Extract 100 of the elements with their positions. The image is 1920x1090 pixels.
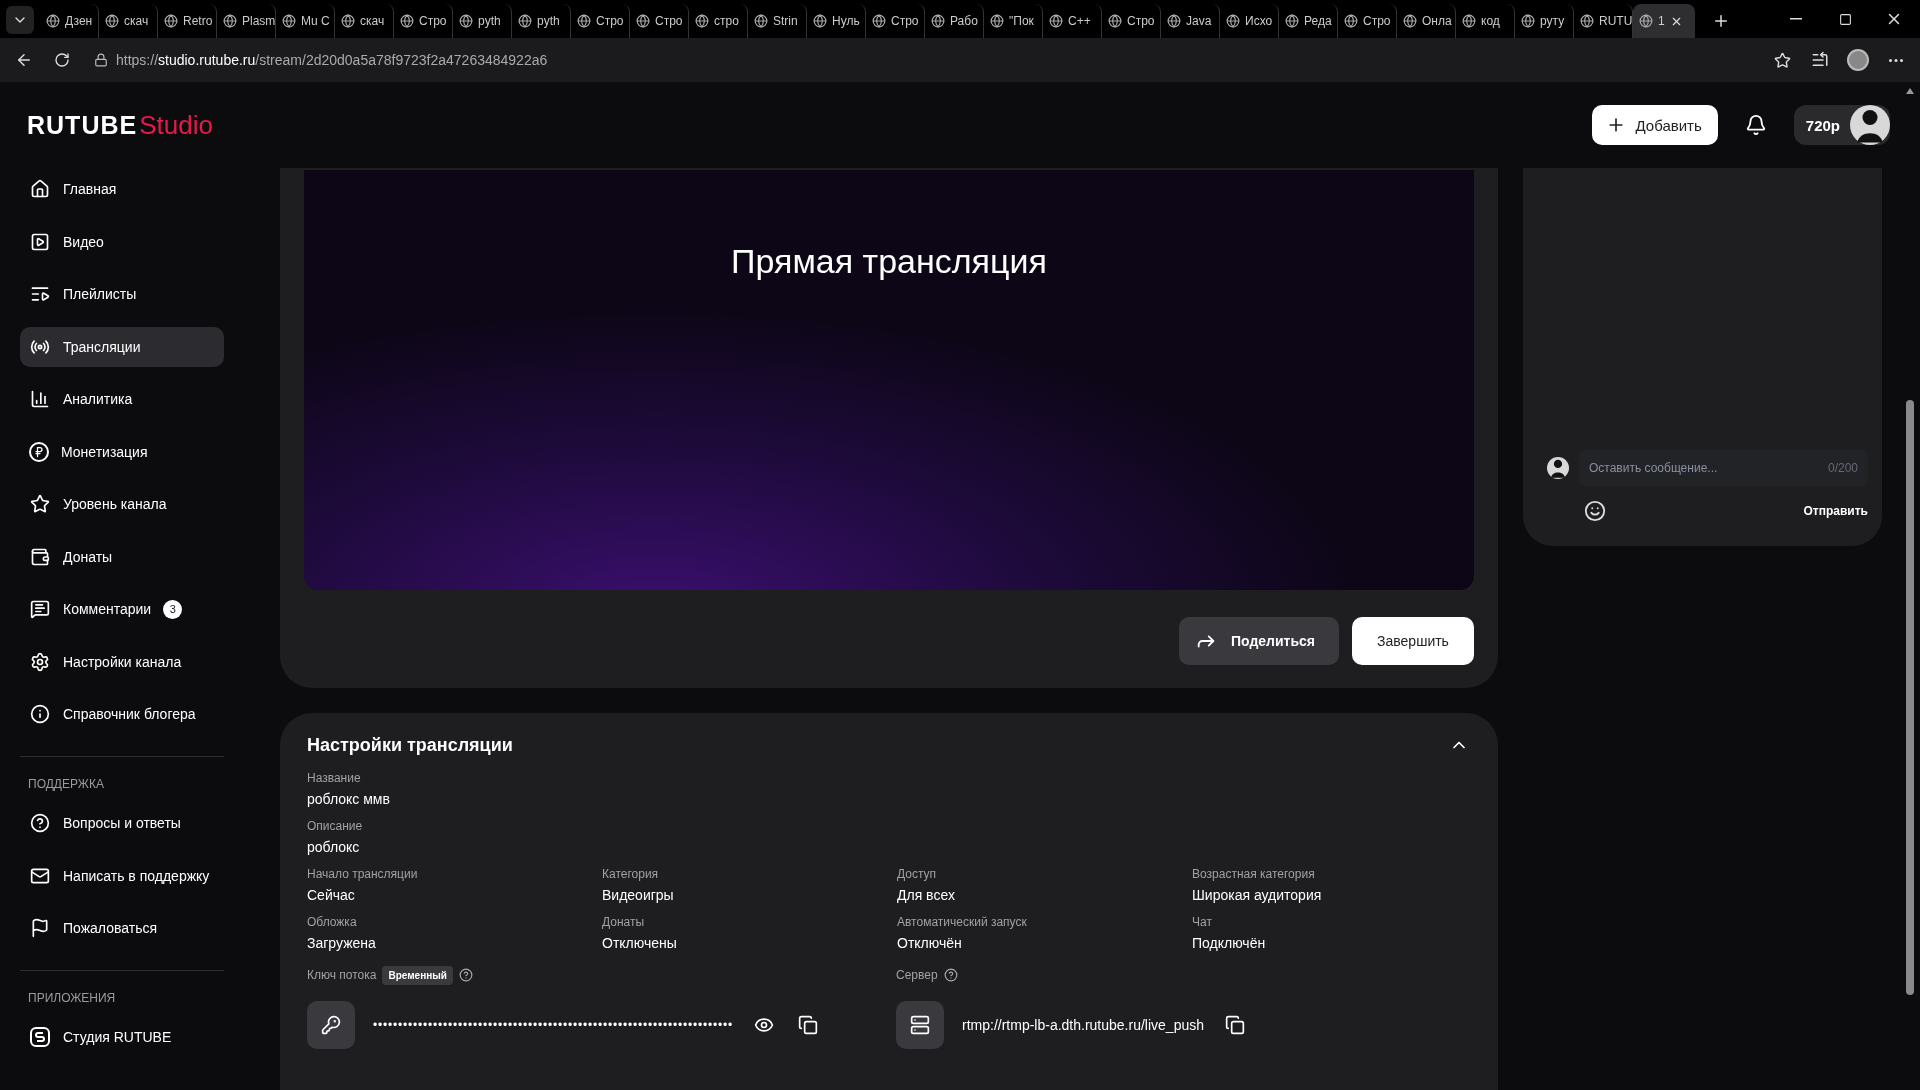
server-icon [896,1001,944,1049]
favicon-icon [1167,14,1181,28]
favicon-icon [459,14,473,28]
favicon-icon [105,14,119,28]
star-icon [1773,51,1791,69]
copy-icon [1225,1015,1245,1035]
nav-item[interactable]: Написать в поддержку [20,855,224,896]
settings-icon [29,650,51,673]
key-icon [307,1001,355,1049]
field-value: Для всех [897,887,956,903]
favicon-icon [990,14,1004,28]
more-icon [1889,58,1903,62]
favicon-icon [223,14,237,28]
nav-item[interactable]: Трансляции [20,326,224,367]
favicon-icon [754,14,768,28]
nav-item[interactable]: Уровень канала [20,484,224,524]
favicon-icon [1580,14,1594,28]
nav-item[interactable]: Монетизация [20,431,224,472]
field-value: роблокс ммв [307,791,391,807]
status-badge: Временный [382,965,453,985]
help-icon[interactable] [458,968,473,982]
nav-item[interactable]: Настройки канала [20,641,224,682]
character-counter: 0/200 [1827,461,1858,475]
field-label: Чат [1192,915,1213,929]
maximize-icon [1838,12,1852,26]
chart-icon [29,388,51,410]
nav-item[interactable]: Пожаловаться [20,908,224,948]
count-badge: 3 [163,599,183,619]
favicon-icon [1344,14,1358,28]
field-label: Описание [307,819,364,833]
favicon-icon [636,14,650,28]
favicon-icon [872,14,886,28]
reload-icon [54,52,70,68]
avatar-icon [1850,105,1890,145]
nav-item[interactable]: Вопросы и ответы [20,803,224,843]
smiley-icon [1584,500,1606,522]
section-heading: ПОДДЕРЖКА [27,777,105,791]
logo[interactable]: RUTUBEStudio [27,109,213,141]
eye-icon [754,1015,775,1035]
copy-icon [798,1015,819,1035]
minimize-icon [1790,18,1802,20]
field-value: Видеоигры [602,887,675,903]
field-value: роблокс [307,839,361,855]
comment-icon [29,598,51,620]
nav-item[interactable]: Студия RUTUBE [20,1017,224,1057]
field-value: Отключён [897,935,963,951]
nav-item[interactable]: Аналитика [20,379,224,419]
avatar-icon [1847,49,1869,71]
star-icon [29,493,51,515]
masked-key: •••••••••••••••••••••••••••••••••••••••••••••••••••••••••••••••••••••••• [373,1018,734,1032]
field-label: Обложка [307,915,358,929]
send-button[interactable]: Отправить [1803,504,1868,518]
favorites-icon [1811,51,1829,69]
favicon-icon [46,14,60,28]
favicon-icon [813,14,827,28]
field-label: Сервер [896,968,938,982]
finish-button[interactable]: Завершить [1352,617,1474,665]
section-heading: ПРИЛОЖЕНИЯ [27,991,117,1005]
favicon-icon [1521,14,1535,28]
favicon-icon [518,14,532,28]
favicon-icon [1403,14,1417,28]
field-label: Категория [602,867,660,881]
field-value: Сейчас [307,887,356,903]
server-url: rtmp://rtmp-lb-a.dth.rutube.ru/live_push [962,1017,1204,1033]
share-button[interactable]: Поделиться [1178,617,1339,665]
field-value: Подключён [1192,935,1267,951]
field-label: Автоматический запуск [897,915,1028,929]
add-button[interactable]: Добавить [1591,105,1718,145]
ruble-icon [29,441,49,462]
help-icon[interactable] [943,968,958,982]
favicon-icon [400,14,414,28]
account-button[interactable]: 720p [1793,105,1890,145]
preview-title: Прямая трансляция [731,242,1047,282]
favicon-icon [341,14,355,28]
favicon-icon [931,14,945,28]
nav-item[interactable]: Комментарии 3 [20,589,224,629]
bell-icon [1744,114,1767,136]
favicon-icon [695,14,709,28]
plus-icon [1712,12,1730,30]
nav-item[interactable]: Справочник блогера [20,694,224,734]
field-label: Возрастная категория [1192,867,1316,881]
avatar-icon [1547,457,1569,479]
nav-item[interactable]: Видео [20,221,224,262]
nav-item[interactable]: Плейлисты [20,274,224,314]
field-label: Ключ потока [307,968,377,982]
favicon-icon [1639,14,1653,28]
tab-list-button[interactable] [6,6,34,34]
nav-item[interactable]: Главная [20,169,224,209]
favicon-icon [282,14,296,28]
browser-tab[interactable]: 1 [1633,4,1695,38]
nav-item[interactable]: Донаты [20,536,224,577]
favicon-icon [1226,14,1240,28]
field-label: Доступ [897,867,938,881]
home-icon [29,178,51,200]
help-icon [29,812,51,834]
section-title: Настройки трансляции [307,734,513,756]
field-label: Название [307,771,362,785]
favicon-icon [1108,14,1122,28]
field-label: Донаты [602,915,646,929]
info-icon [29,703,51,725]
